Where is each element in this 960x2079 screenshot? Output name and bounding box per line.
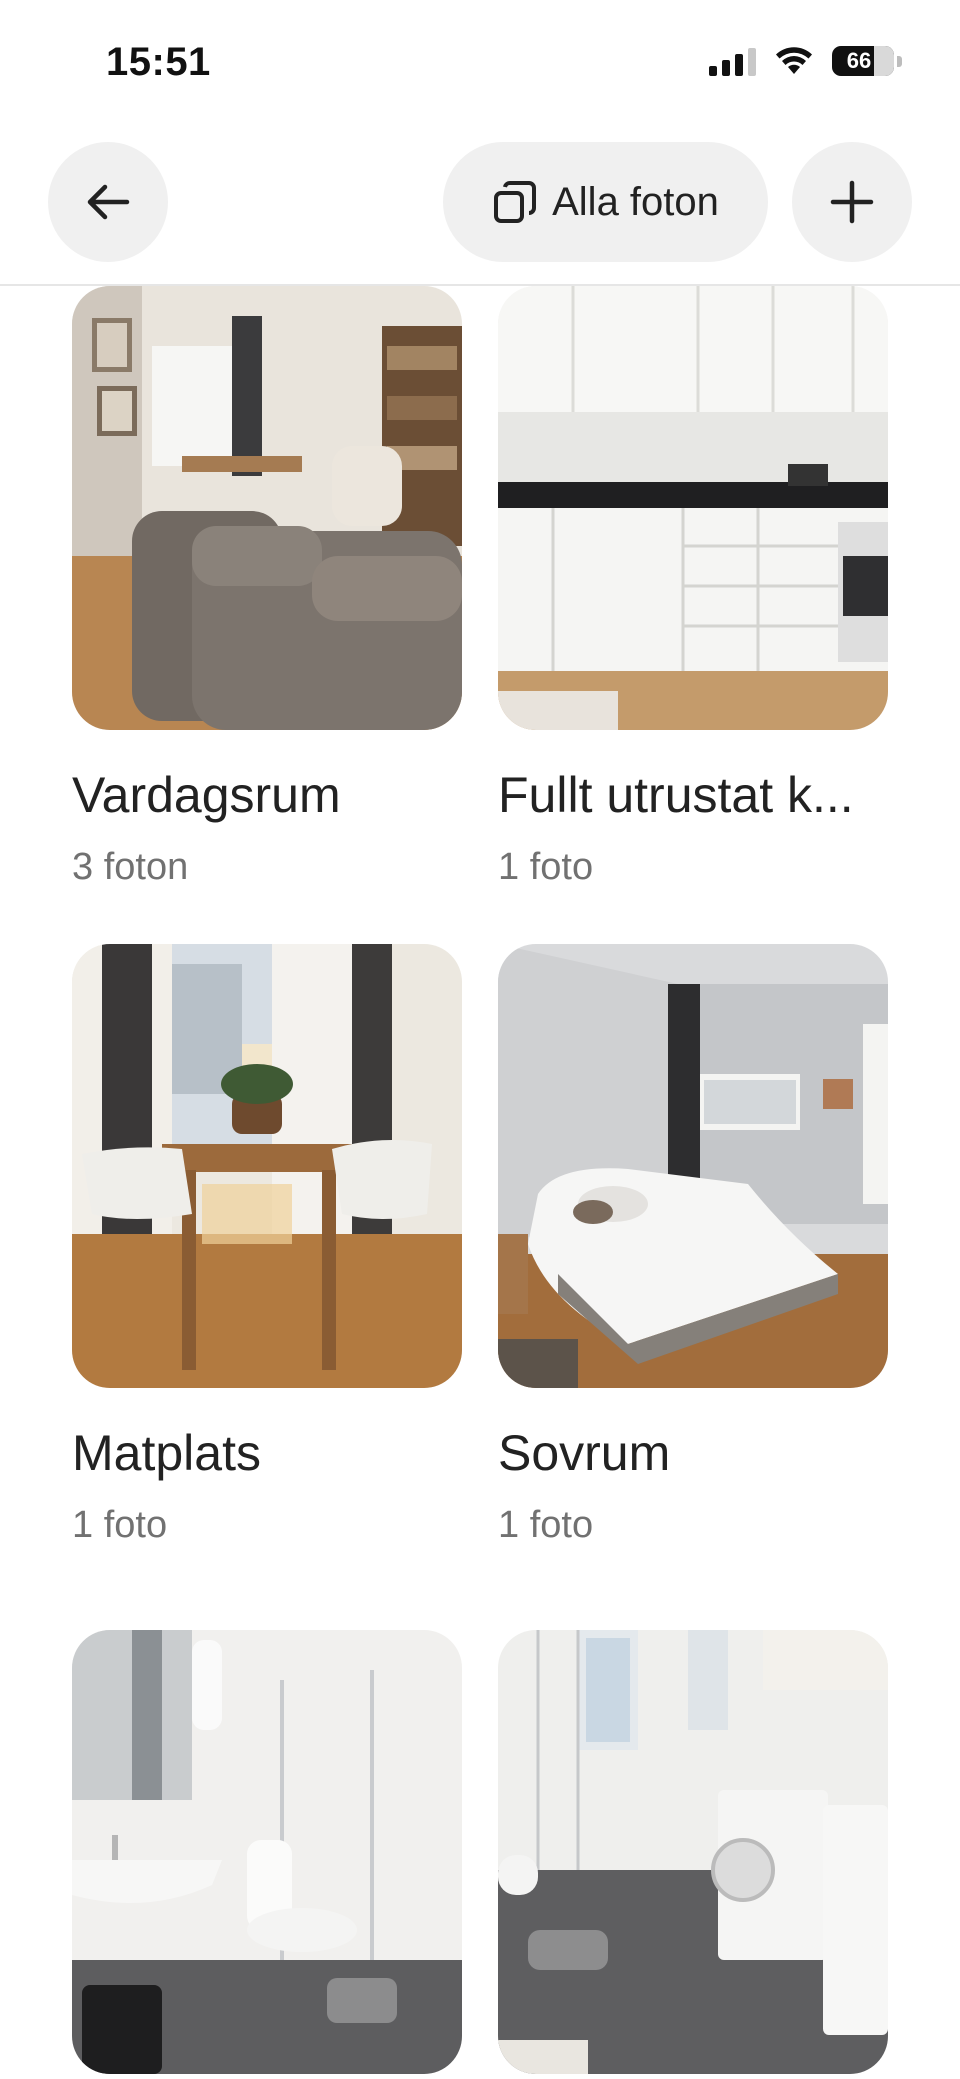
- status-bar: 15:51 66: [0, 0, 960, 130]
- room-photo-dining-area[interactable]: [72, 944, 462, 1388]
- status-icons: 66: [709, 46, 902, 76]
- header-bar: Alla foton: [0, 130, 960, 286]
- room-photo-bathroom[interactable]: [72, 1630, 462, 2074]
- battery-icon: 66: [832, 46, 902, 76]
- status-time: 15:51: [106, 40, 211, 84]
- photo-stack-icon: [494, 181, 537, 223]
- room-card-bathroom[interactable]: [72, 1630, 462, 2079]
- room-title: Sovrum: [498, 1425, 671, 1481]
- arrow-left-icon: [87, 184, 130, 220]
- room-card-dining-area[interactable]: Matplats 1 foto: [72, 944, 462, 1547]
- room-card-bedroom[interactable]: Sovrum 1 foto: [498, 944, 888, 1547]
- room-photo-bedroom[interactable]: [498, 944, 888, 1388]
- all-photos-button[interactable]: Alla foton: [443, 142, 768, 262]
- room-photo-count: 1 foto: [72, 1504, 168, 1546]
- room-photo-count: 1 foto: [498, 846, 594, 888]
- room-title: Matplats: [72, 1425, 261, 1481]
- add-button[interactable]: [792, 142, 912, 262]
- room-card-kitchen[interactable]: Fullt utrustat k... 1 foto: [498, 286, 888, 889]
- plus-icon: [830, 180, 874, 224]
- room-card-laundry-bathroom[interactable]: [498, 1630, 888, 2079]
- all-photos-label: Alla foton: [552, 179, 719, 224]
- room-photo-grid: Vardagsrum 3 foton Fullt utrustat k... 1…: [0, 286, 960, 2079]
- room-title: Fullt utrustat k...: [498, 767, 854, 823]
- room-photo-count: 1 foto: [498, 1504, 594, 1546]
- room-photo-kitchen[interactable]: [498, 286, 888, 730]
- cellular-signal-icon: [709, 46, 756, 76]
- room-photo-count: 3 foton: [72, 846, 189, 888]
- room-title: Vardagsrum: [72, 767, 341, 823]
- back-button[interactable]: [48, 142, 168, 262]
- room-photo-living-room[interactable]: [72, 286, 462, 730]
- room-card-living-room[interactable]: Vardagsrum 3 foton: [72, 286, 462, 889]
- battery-level: 66: [846, 48, 872, 73]
- wifi-icon: [776, 47, 812, 74]
- room-photo-laundry-bathroom[interactable]: [498, 1630, 888, 2074]
